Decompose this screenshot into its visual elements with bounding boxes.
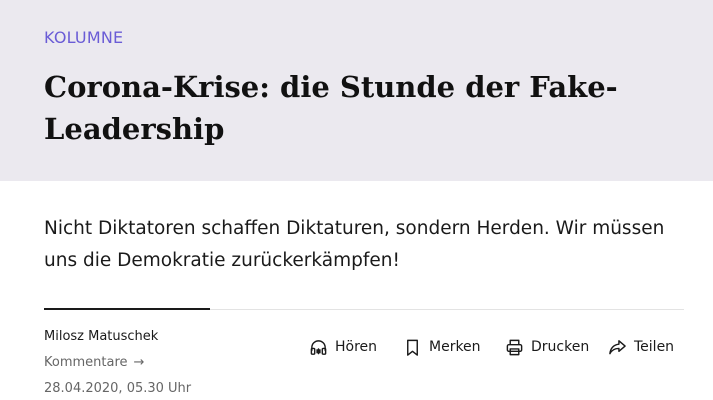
meta-divider-accent: [44, 308, 210, 310]
print-button[interactable]: Drucken: [505, 336, 589, 358]
listen-button[interactable]: Hören: [309, 336, 377, 358]
printer-icon: [505, 338, 524, 357]
share-button[interactable]: Teilen: [608, 336, 674, 358]
comments-link[interactable]: Kommentare →: [44, 355, 144, 370]
comments-label: Kommentare: [44, 355, 128, 370]
publish-date: 28.04.2020, 05.30 Uhr: [44, 381, 192, 396]
bookmark-button[interactable]: Merken: [403, 336, 481, 358]
share-label: Teilen: [634, 339, 675, 355]
bookmark-icon: [403, 338, 422, 357]
article-lead: Nicht Diktatoren schaffen Diktaturen, so…: [44, 218, 665, 271]
headphones-icon: [309, 338, 328, 357]
print-label: Drucken: [531, 339, 590, 355]
arrow-right-icon: →: [133, 355, 145, 370]
listen-label: Hören: [335, 339, 378, 355]
author-name[interactable]: Milosz Matuschek: [44, 329, 158, 344]
article-header: KOLUMNE Corona-Krise: die Stunde der Fak…: [0, 0, 713, 181]
bookmark-label: Merken: [429, 339, 481, 355]
section-kicker[interactable]: KOLUMNE: [44, 28, 123, 47]
share-arrow-icon: [608, 338, 627, 357]
article-headline: Corona-Krise: die Stunde der Fake-Leader…: [44, 70, 618, 146]
